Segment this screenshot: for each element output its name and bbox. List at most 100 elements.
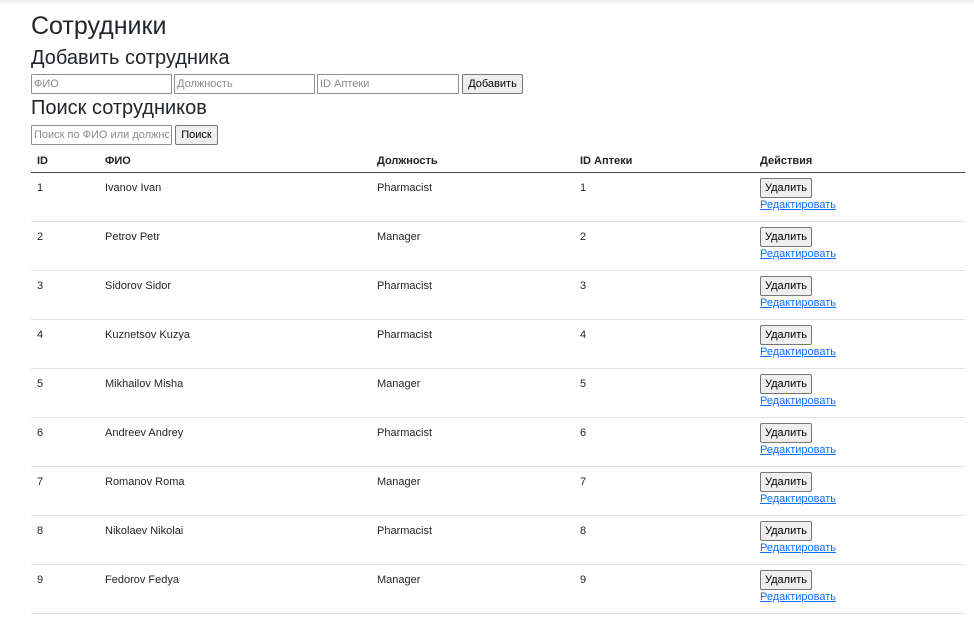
employee-pharmacy-id-text: 4 [580, 329, 587, 341]
actions-cell: Удалить Редактировать [754, 319, 965, 369]
table-row: 1 Ivanov Ivan Pharmacist 1 Удалить Редактиров… [31, 172, 965, 222]
employee-name-text: Petrov Petr [105, 231, 161, 243]
employee-position-text: Manager [377, 231, 421, 243]
employee-pharmacy-id-cell: 5 [574, 368, 754, 418]
employee-name-cell: Nikolaev Nikolai [99, 515, 371, 565]
edit-link[interactable]: Редактировать [760, 297, 836, 309]
table-row: 2 Petrov Petr Manager 2 Удалить Редактировать [31, 221, 965, 271]
employee-position-text: Pharmacist [377, 182, 433, 194]
employee-pharmacy-id-text: 3 [580, 280, 587, 292]
name-input[interactable] [31, 74, 172, 94]
employee-position-cell: Pharmacist [371, 270, 574, 320]
add-button[interactable]: Добавить [462, 74, 523, 94]
employee-id-cell: 1 [31, 172, 99, 222]
employee-name-cell: Mikhailov Misha [99, 368, 371, 418]
edit-link[interactable]: Редактировать [760, 199, 836, 211]
employee-pharmacy-id-cell: 2 [574, 221, 754, 271]
employee-name-text: Nikolaev Nikolai [105, 525, 184, 537]
employee-name-cell: Kuznetsov Kuzya [99, 319, 371, 369]
employee-id-text: 5 [37, 378, 44, 390]
employee-position-cell: Manager [371, 221, 574, 271]
employee-id-text: 3 [37, 280, 44, 292]
edit-link[interactable]: Редактировать [760, 444, 836, 456]
table-row: 8 Nikolaev Nikolai Pharmacist 8 Удалить Редак… [31, 515, 965, 565]
table-body: 1 Ivanov Ivan Pharmacist 1 Удалить Редактиров… [31, 172, 965, 614]
employee-id-cell: 7 [31, 466, 99, 516]
employee-pharmacy-id-text: 9 [580, 574, 587, 586]
employee-id-text: 4 [37, 329, 44, 341]
search-employees-heading: Поиск сотрудников [31, 97, 207, 119]
employee-name-text: Romanov Roma [105, 476, 185, 488]
edit-link[interactable]: Редактировать [760, 248, 836, 260]
employee-name-cell: Ivanov Ivan [99, 172, 371, 222]
edit-link[interactable]: Редактировать [760, 346, 836, 358]
page-title: Сотрудники [31, 12, 167, 40]
employee-position-cell: Pharmacist [371, 172, 574, 222]
employee-name-cell: Fedorov Fedya [99, 564, 371, 614]
employee-id-text: 9 [37, 574, 44, 586]
employee-pharmacy-id-text: 2 [580, 231, 587, 243]
employee-position-text: Pharmacist [377, 280, 433, 292]
row-actions: Удалить Редактировать [760, 369, 965, 407]
employees-table: ID ФИО Должность ID Аптеки Действия 1 Iva… [31, 150, 965, 614]
edit-link[interactable]: Редактировать [760, 542, 836, 554]
employee-name-cell: Romanov Roma [99, 466, 371, 516]
employee-id-cell: 5 [31, 368, 99, 418]
row-actions: Удалить Редактировать [760, 222, 965, 260]
employee-name-cell: Petrov Petr [99, 221, 371, 271]
employee-id-cell: 2 [31, 221, 99, 271]
employee-position-cell: Pharmacist [371, 515, 574, 565]
column-header-pharmacy-id: ID Аптеки [574, 150, 754, 173]
delete-button[interactable]: Удалить [760, 472, 812, 492]
actions-cell: Удалить Редактировать [754, 270, 965, 320]
table-row: 7 Romanov Roma Manager 7 Удалить Редактироват… [31, 466, 965, 516]
delete-button[interactable]: Удалить [760, 570, 812, 590]
delete-button[interactable]: Удалить [760, 521, 812, 541]
employee-pharmacy-id-cell: 3 [574, 270, 754, 320]
employee-pharmacy-id-text: 6 [580, 427, 587, 439]
table-row: 5 Mikhailov Misha Manager 5 Удалить Редактиро… [31, 368, 965, 418]
employee-name-text: Sidorov Sidor [105, 280, 172, 292]
delete-button[interactable]: Удалить [760, 178, 812, 198]
employee-pharmacy-id-cell: 9 [574, 564, 754, 614]
employee-id-cell: 8 [31, 515, 99, 565]
employee-name-text: Andreev Andrey [105, 427, 184, 439]
page: Сотрудники Добавить сотрудника Добавить … [0, 0, 974, 624]
employee-name-text: Fedorov Fedya [105, 574, 179, 586]
employee-pharmacy-id-text: 1 [580, 182, 587, 194]
add-employee-heading: Добавить сотрудника [31, 47, 230, 69]
employee-name-cell: Andreev Andrey [99, 417, 371, 467]
employee-position-cell: Pharmacist [371, 319, 574, 369]
employee-name-text: Mikhailov Misha [105, 378, 184, 390]
position-input[interactable] [174, 74, 315, 94]
edit-link[interactable]: Редактировать [760, 493, 836, 505]
delete-button[interactable]: Удалить [760, 423, 812, 443]
column-header-position: Должность [371, 150, 574, 173]
row-actions: Удалить Редактировать [760, 320, 965, 358]
search-input[interactable] [31, 125, 172, 145]
search-button[interactable]: Поиск [175, 125, 218, 145]
actions-cell: Удалить Редактировать [754, 466, 965, 516]
employee-id-cell: 3 [31, 270, 99, 320]
employee-name-text: Kuznetsov Kuzya [105, 329, 190, 341]
employee-id-text: 7 [37, 476, 44, 488]
employee-id-text: 2 [37, 231, 44, 243]
employee-position-cell: Manager [371, 466, 574, 516]
employee-position-cell: Pharmacist [371, 417, 574, 467]
edit-link[interactable]: Редактировать [760, 591, 836, 603]
employee-pharmacy-id-cell: 7 [574, 466, 754, 516]
edit-link[interactable]: Редактировать [760, 395, 836, 407]
table-row: 6 Andreev Andrey Pharmacist 6 Удалить Редакти… [31, 417, 965, 467]
employee-id-cell: 4 [31, 319, 99, 369]
employee-pharmacy-id-cell: 6 [574, 417, 754, 467]
delete-button[interactable]: Удалить [760, 325, 812, 345]
row-actions: Удалить Редактировать [760, 467, 965, 505]
table-header-row: ID ФИО Должность ID Аптеки Действия [31, 150, 965, 173]
delete-button[interactable]: Удалить [760, 276, 812, 296]
pharmacy-id-input[interactable] [317, 74, 459, 94]
employee-position-text: Pharmacist [377, 525, 433, 537]
delete-button[interactable]: Удалить [760, 374, 812, 394]
employee-position-text: Manager [377, 378, 421, 390]
delete-button[interactable]: Удалить [760, 227, 812, 247]
actions-cell: Удалить Редактировать [754, 417, 965, 467]
